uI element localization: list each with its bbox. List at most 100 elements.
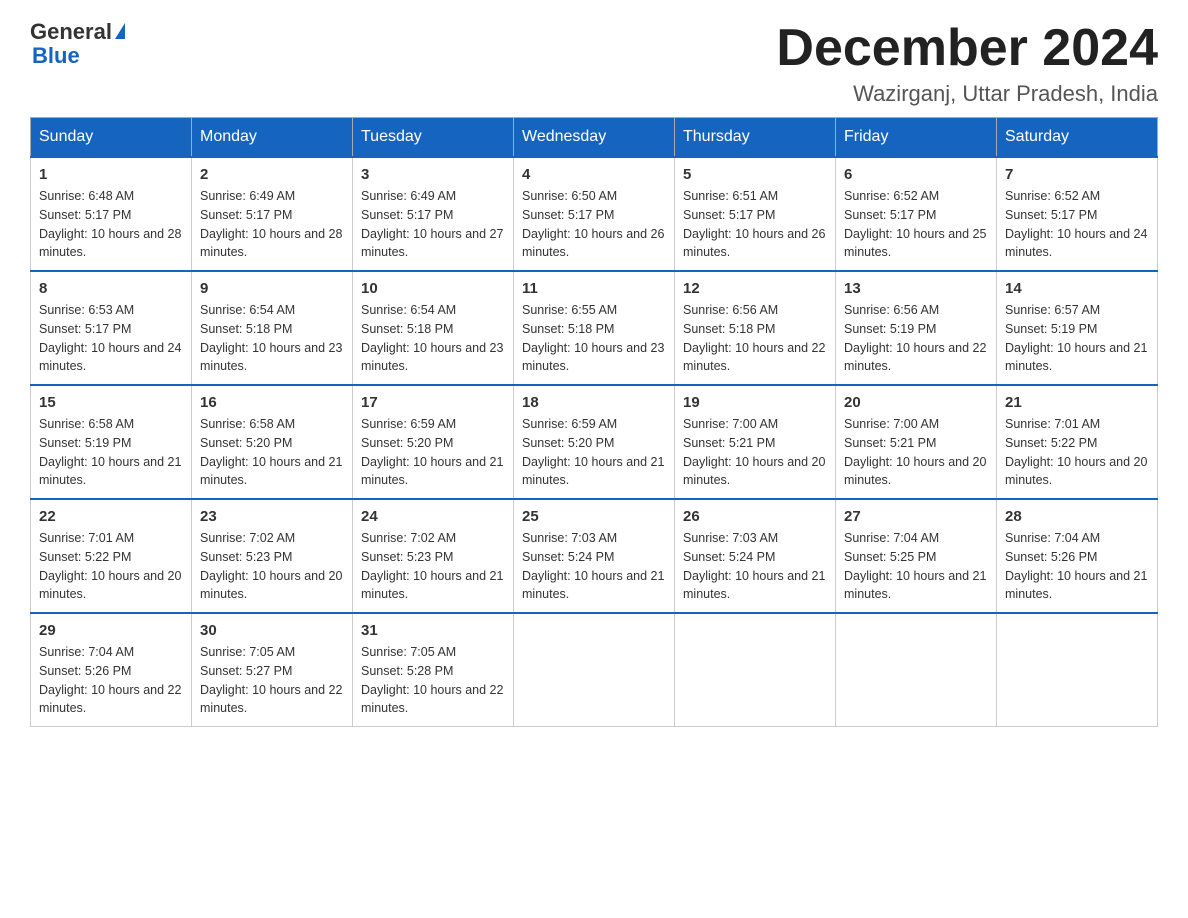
calendar-cell: 16 Sunrise: 6:58 AM Sunset: 5:20 PM Dayl… <box>192 385 353 499</box>
calendar-cell: 29 Sunrise: 7:04 AM Sunset: 5:26 PM Dayl… <box>31 613 192 727</box>
page-header: General Blue December 2024 Wazirganj, Ut… <box>30 20 1158 107</box>
day-number: 22 <box>39 508 183 525</box>
calendar-cell: 25 Sunrise: 7:03 AM Sunset: 5:24 PM Dayl… <box>514 499 675 613</box>
day-info: Sunrise: 6:48 AM Sunset: 5:17 PM Dayligh… <box>39 187 183 262</box>
day-number: 24 <box>361 508 505 525</box>
day-number: 5 <box>683 166 827 183</box>
day-info: Sunrise: 6:54 AM Sunset: 5:18 PM Dayligh… <box>200 301 344 376</box>
day-info: Sunrise: 7:02 AM Sunset: 5:23 PM Dayligh… <box>361 529 505 604</box>
day-number: 28 <box>1005 508 1149 525</box>
header-thursday: Thursday <box>675 118 836 158</box>
week-row-5: 29 Sunrise: 7:04 AM Sunset: 5:26 PM Dayl… <box>31 613 1158 727</box>
day-info: Sunrise: 7:02 AM Sunset: 5:23 PM Dayligh… <box>200 529 344 604</box>
calendar-cell: 7 Sunrise: 6:52 AM Sunset: 5:17 PM Dayli… <box>997 157 1158 271</box>
calendar-cell: 11 Sunrise: 6:55 AM Sunset: 5:18 PM Dayl… <box>514 271 675 385</box>
header-friday: Friday <box>836 118 997 158</box>
day-number: 11 <box>522 280 666 297</box>
day-number: 1 <box>39 166 183 183</box>
calendar-cell: 28 Sunrise: 7:04 AM Sunset: 5:26 PM Dayl… <box>997 499 1158 613</box>
day-number: 16 <box>200 394 344 411</box>
header-saturday: Saturday <box>997 118 1158 158</box>
day-info: Sunrise: 6:49 AM Sunset: 5:17 PM Dayligh… <box>200 187 344 262</box>
day-number: 15 <box>39 394 183 411</box>
location-subtitle: Wazirganj, Uttar Pradesh, India <box>776 81 1158 107</box>
day-info: Sunrise: 6:52 AM Sunset: 5:17 PM Dayligh… <box>844 187 988 262</box>
calendar-cell: 15 Sunrise: 6:58 AM Sunset: 5:19 PM Dayl… <box>31 385 192 499</box>
day-number: 31 <box>361 622 505 639</box>
calendar-cell: 13 Sunrise: 6:56 AM Sunset: 5:19 PM Dayl… <box>836 271 997 385</box>
day-info: Sunrise: 6:54 AM Sunset: 5:18 PM Dayligh… <box>361 301 505 376</box>
day-info: Sunrise: 6:52 AM Sunset: 5:17 PM Dayligh… <box>1005 187 1149 262</box>
day-number: 13 <box>844 280 988 297</box>
calendar-cell: 19 Sunrise: 7:00 AM Sunset: 5:21 PM Dayl… <box>675 385 836 499</box>
calendar-cell: 3 Sunrise: 6:49 AM Sunset: 5:17 PM Dayli… <box>353 157 514 271</box>
day-number: 30 <box>200 622 344 639</box>
calendar-cell: 22 Sunrise: 7:01 AM Sunset: 5:22 PM Dayl… <box>31 499 192 613</box>
day-info: Sunrise: 7:00 AM Sunset: 5:21 PM Dayligh… <box>844 415 988 490</box>
calendar-cell: 9 Sunrise: 6:54 AM Sunset: 5:18 PM Dayli… <box>192 271 353 385</box>
week-row-3: 15 Sunrise: 6:58 AM Sunset: 5:19 PM Dayl… <box>31 385 1158 499</box>
calendar-cell <box>997 613 1158 727</box>
day-number: 12 <box>683 280 827 297</box>
calendar-cell: 6 Sunrise: 6:52 AM Sunset: 5:17 PM Dayli… <box>836 157 997 271</box>
calendar-cell: 17 Sunrise: 6:59 AM Sunset: 5:20 PM Dayl… <box>353 385 514 499</box>
calendar-cell: 21 Sunrise: 7:01 AM Sunset: 5:22 PM Dayl… <box>997 385 1158 499</box>
day-info: Sunrise: 7:04 AM Sunset: 5:25 PM Dayligh… <box>844 529 988 604</box>
day-number: 29 <box>39 622 183 639</box>
day-info: Sunrise: 6:55 AM Sunset: 5:18 PM Dayligh… <box>522 301 666 376</box>
day-info: Sunrise: 7:04 AM Sunset: 5:26 PM Dayligh… <box>1005 529 1149 604</box>
day-info: Sunrise: 6:50 AM Sunset: 5:17 PM Dayligh… <box>522 187 666 262</box>
day-info: Sunrise: 6:49 AM Sunset: 5:17 PM Dayligh… <box>361 187 505 262</box>
header-monday: Monday <box>192 118 353 158</box>
day-number: 14 <box>1005 280 1149 297</box>
day-number: 9 <box>200 280 344 297</box>
day-info: Sunrise: 6:56 AM Sunset: 5:19 PM Dayligh… <box>844 301 988 376</box>
day-number: 6 <box>844 166 988 183</box>
calendar-cell: 26 Sunrise: 7:03 AM Sunset: 5:24 PM Dayl… <box>675 499 836 613</box>
day-info: Sunrise: 7:01 AM Sunset: 5:22 PM Dayligh… <box>39 529 183 604</box>
day-number: 4 <box>522 166 666 183</box>
title-area: December 2024 Wazirganj, Uttar Pradesh, … <box>776 20 1158 107</box>
calendar-cell: 1 Sunrise: 6:48 AM Sunset: 5:17 PM Dayli… <box>31 157 192 271</box>
calendar-cell: 2 Sunrise: 6:49 AM Sunset: 5:17 PM Dayli… <box>192 157 353 271</box>
day-number: 27 <box>844 508 988 525</box>
day-number: 7 <box>1005 166 1149 183</box>
logo-blue: Blue <box>32 44 125 68</box>
day-info: Sunrise: 7:05 AM Sunset: 5:27 PM Dayligh… <box>200 643 344 718</box>
logo-general: General <box>30 20 112 44</box>
calendar-cell: 14 Sunrise: 6:57 AM Sunset: 5:19 PM Dayl… <box>997 271 1158 385</box>
calendar-cell: 30 Sunrise: 7:05 AM Sunset: 5:27 PM Dayl… <box>192 613 353 727</box>
day-number: 2 <box>200 166 344 183</box>
day-info: Sunrise: 7:04 AM Sunset: 5:26 PM Dayligh… <box>39 643 183 718</box>
day-number: 18 <box>522 394 666 411</box>
day-number: 21 <box>1005 394 1149 411</box>
day-number: 3 <box>361 166 505 183</box>
calendar-cell: 31 Sunrise: 7:05 AM Sunset: 5:28 PM Dayl… <box>353 613 514 727</box>
day-number: 26 <box>683 508 827 525</box>
calendar-cell: 12 Sunrise: 6:56 AM Sunset: 5:18 PM Dayl… <box>675 271 836 385</box>
week-row-2: 8 Sunrise: 6:53 AM Sunset: 5:17 PM Dayli… <box>31 271 1158 385</box>
calendar-cell <box>836 613 997 727</box>
calendar-cell: 20 Sunrise: 7:00 AM Sunset: 5:21 PM Dayl… <box>836 385 997 499</box>
calendar-header-row: SundayMondayTuesdayWednesdayThursdayFrid… <box>31 118 1158 158</box>
day-info: Sunrise: 6:59 AM Sunset: 5:20 PM Dayligh… <box>361 415 505 490</box>
header-wednesday: Wednesday <box>514 118 675 158</box>
week-row-1: 1 Sunrise: 6:48 AM Sunset: 5:17 PM Dayli… <box>31 157 1158 271</box>
day-info: Sunrise: 7:05 AM Sunset: 5:28 PM Dayligh… <box>361 643 505 718</box>
calendar-cell: 27 Sunrise: 7:04 AM Sunset: 5:25 PM Dayl… <box>836 499 997 613</box>
day-info: Sunrise: 6:58 AM Sunset: 5:19 PM Dayligh… <box>39 415 183 490</box>
day-number: 19 <box>683 394 827 411</box>
header-sunday: Sunday <box>31 118 192 158</box>
day-info: Sunrise: 6:53 AM Sunset: 5:17 PM Dayligh… <box>39 301 183 376</box>
calendar-cell: 10 Sunrise: 6:54 AM Sunset: 5:18 PM Dayl… <box>353 271 514 385</box>
calendar-cell <box>514 613 675 727</box>
calendar-cell <box>675 613 836 727</box>
day-info: Sunrise: 6:51 AM Sunset: 5:17 PM Dayligh… <box>683 187 827 262</box>
calendar-cell: 8 Sunrise: 6:53 AM Sunset: 5:17 PM Dayli… <box>31 271 192 385</box>
day-info: Sunrise: 6:59 AM Sunset: 5:20 PM Dayligh… <box>522 415 666 490</box>
day-info: Sunrise: 6:56 AM Sunset: 5:18 PM Dayligh… <box>683 301 827 376</box>
logo: General Blue <box>30 20 125 68</box>
day-number: 25 <box>522 508 666 525</box>
header-tuesday: Tuesday <box>353 118 514 158</box>
calendar-table: SundayMondayTuesdayWednesdayThursdayFrid… <box>30 117 1158 727</box>
